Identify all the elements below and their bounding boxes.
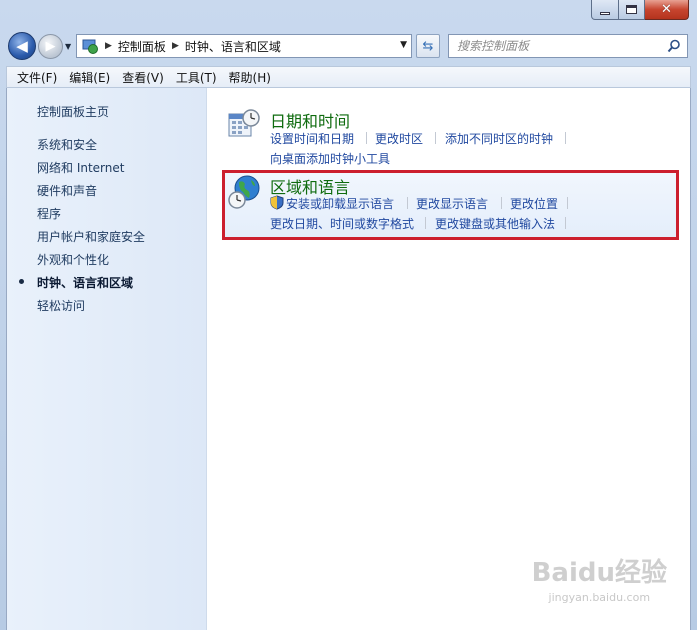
chevron-right-icon: ▶ bbox=[171, 41, 179, 51]
task-install-display-language[interactable]: 安装或卸载显示语言 bbox=[286, 195, 394, 212]
sidebar-item-clock-language-region[interactable]: 时钟、语言和区域 bbox=[37, 274, 133, 291]
minimize-button[interactable] bbox=[591, 0, 619, 20]
task-divider bbox=[501, 197, 502, 209]
forward-button[interactable]: ▶ bbox=[38, 34, 63, 59]
menu-view[interactable]: 查看(V) bbox=[116, 69, 170, 86]
search-box[interactable] bbox=[448, 34, 688, 58]
sidebar: 控制面板主页 系统和安全 网络和 Internet 硬件和声音 程序 用户帐户和… bbox=[7, 88, 207, 630]
minimize-icon bbox=[600, 11, 610, 15]
close-icon: ✕ bbox=[661, 2, 672, 17]
breadcrumb-clock-language-region[interactable]: 时钟、语言和区域 bbox=[185, 38, 281, 55]
caption-buttons: ✕ bbox=[591, 0, 689, 20]
watermark-brand: Baidu经验 bbox=[531, 558, 667, 588]
task-set-time-date[interactable]: 设置时间和日期 bbox=[270, 130, 354, 147]
search-input[interactable] bbox=[457, 39, 657, 53]
globe-clock-icon bbox=[228, 175, 260, 209]
task-change-date-time-format[interactable]: 更改日期、时间或数字格式 bbox=[270, 215, 414, 232]
task-change-location[interactable]: 更改位置 bbox=[510, 195, 558, 212]
menu-edit[interactable]: 编辑(E) bbox=[63, 69, 116, 86]
task-change-keyboard[interactable]: 更改键盘或其他输入法 bbox=[435, 215, 555, 232]
sidebar-item-hardware-sound[interactable]: 硬件和声音 bbox=[37, 182, 97, 199]
shield-icon bbox=[270, 195, 284, 210]
task-divider bbox=[565, 132, 566, 144]
recent-pages-dropdown[interactable]: ▼ bbox=[65, 42, 71, 51]
refresh-button[interactable]: ⇆ bbox=[416, 34, 440, 58]
maximize-button[interactable] bbox=[619, 0, 645, 20]
arrow-right-icon: ▶ bbox=[45, 39, 56, 54]
menu-file[interactable]: 文件(F) bbox=[11, 69, 63, 86]
sidebar-item-programs[interactable]: 程序 bbox=[37, 205, 61, 222]
active-bullet-icon bbox=[19, 279, 24, 284]
task-divider bbox=[567, 197, 568, 209]
task-add-clock-gadget[interactable]: 向桌面添加时钟小工具 bbox=[270, 150, 390, 167]
sidebar-item-appearance[interactable]: 外观和个性化 bbox=[37, 251, 109, 268]
task-add-clocks[interactable]: 添加不同时区的时钟 bbox=[445, 130, 553, 147]
chevron-down-icon[interactable]: ▼ bbox=[400, 40, 407, 50]
breadcrumb-control-panel[interactable]: 控制面板 bbox=[118, 38, 166, 55]
sidebar-item-control-panel-home[interactable]: 控制面板主页 bbox=[37, 103, 109, 120]
search-icon[interactable] bbox=[667, 39, 681, 53]
task-divider bbox=[565, 217, 566, 229]
task-divider bbox=[407, 197, 408, 209]
task-change-display-language[interactable]: 更改显示语言 bbox=[416, 195, 488, 212]
task-change-time-zone[interactable]: 更改时区 bbox=[375, 130, 423, 147]
sidebar-item-network-internet[interactable]: 网络和 Internet bbox=[37, 159, 124, 176]
menu-bar: 文件(F) 编辑(E) 查看(V) 工具(T) 帮助(H) bbox=[6, 66, 691, 88]
sidebar-item-user-accounts[interactable]: 用户帐户和家庭安全 bbox=[37, 228, 145, 245]
close-button[interactable]: ✕ bbox=[645, 0, 689, 20]
baidu-watermark-logo: Baidu经验 jingyan.baidu.com bbox=[532, 552, 667, 604]
watermark-url: jingyan.baidu.com bbox=[548, 591, 651, 604]
navigation-bar: ◀ ▶ ▼ ▶ 控制面板 ▶ 时钟、语言和区域 ▼ ⇆ bbox=[6, 30, 691, 62]
menu-tools[interactable]: 工具(T) bbox=[170, 69, 223, 86]
task-divider bbox=[366, 132, 367, 144]
menu-help[interactable]: 帮助(H) bbox=[223, 69, 277, 86]
control-panel-icon bbox=[82, 39, 98, 54]
task-divider bbox=[425, 217, 426, 229]
maximize-icon bbox=[626, 5, 637, 14]
main-panel: 日期和时间 设置时间和日期 更改时区 添加不同时区的时钟 向桌面添加时钟小工具 … bbox=[207, 88, 690, 630]
content-area: 控制面板主页 系统和安全 网络和 Internet 硬件和声音 程序 用户帐户和… bbox=[6, 88, 691, 630]
chevron-right-icon: ▶ bbox=[105, 41, 112, 51]
arrow-left-icon: ◀ bbox=[16, 37, 28, 55]
task-divider bbox=[435, 132, 436, 144]
category-date-time-title[interactable]: 日期和时间 bbox=[270, 108, 350, 132]
back-button[interactable]: ◀ bbox=[8, 32, 36, 60]
address-bar[interactable]: ▶ 控制面板 ▶ 时钟、语言和区域 ▼ bbox=[76, 34, 412, 58]
window-frame: ✕ ◀ ▶ ▼ ▶ 控制面板 ▶ 时钟、语言和区域 ▼ ⇆ 文件(F) 编辑 bbox=[0, 0, 697, 630]
refresh-icon: ⇆ bbox=[422, 38, 434, 54]
sidebar-item-ease-of-access[interactable]: 轻松访问 bbox=[37, 297, 85, 314]
sidebar-item-system-security[interactable]: 系统和安全 bbox=[37, 136, 97, 153]
calendar-clock-icon bbox=[228, 109, 260, 137]
